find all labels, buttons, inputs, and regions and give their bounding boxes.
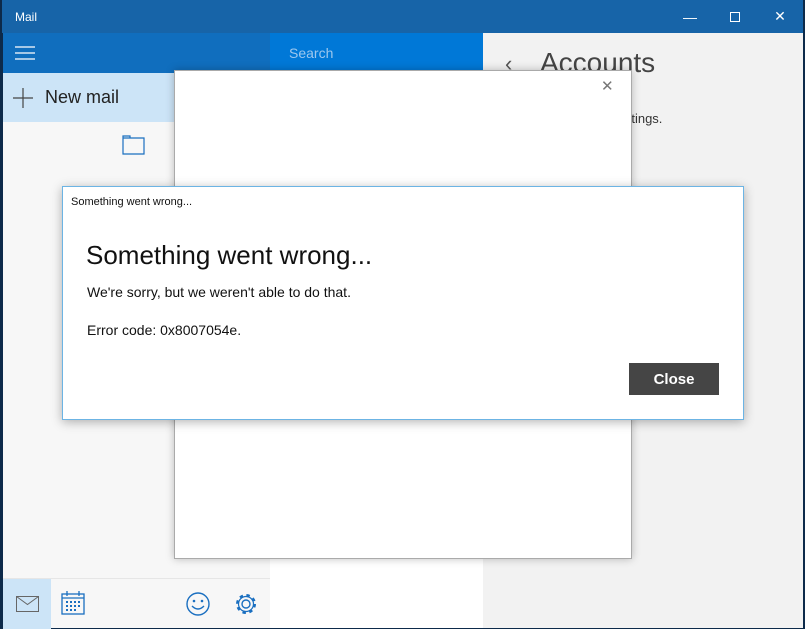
smiley-icon [186,592,210,616]
dialog-close-button[interactable]: ✕ [601,77,614,95]
mail-icon [16,596,39,612]
hamburger-icon [15,46,35,60]
mail-button[interactable] [3,579,51,629]
folder-icon [122,135,145,155]
close-icon: ✕ [774,8,786,24]
hamburger-menu-button[interactable] [15,46,35,65]
error-code: Error code: 0x8007054e. [87,322,242,338]
close-button[interactable]: Close [629,363,719,395]
maximize-icon [730,11,740,22]
maximize-button[interactable] [712,0,758,33]
calendar-button[interactable] [61,591,85,620]
error-heading: Something went wrong... [86,240,373,270]
feedback-button[interactable] [186,592,210,621]
close-window-button[interactable]: ✕ [757,0,803,33]
nav-header [3,33,270,73]
calendar-icon [61,591,85,615]
settings-button[interactable] [234,592,258,621]
new-mail-label: New mail [45,87,120,107]
error-dialog: Something went wrong... Something went w… [62,186,744,420]
window-title: Mail [15,10,38,24]
bottom-bar [3,578,270,629]
folders-button[interactable] [122,135,146,160]
gear-icon [236,594,256,614]
search-box[interactable]: Search [270,33,483,73]
dialog-window-title: Something went wrong... [71,196,193,208]
plus-icon [13,88,33,108]
search-input[interactable]: Search [289,45,333,61]
error-message: We're sorry, but we weren't able to do t… [87,284,351,300]
title-bar: Mail — ✕ [2,0,803,33]
minimize-button[interactable]: — [667,0,713,33]
minimize-icon: — [683,8,697,25]
